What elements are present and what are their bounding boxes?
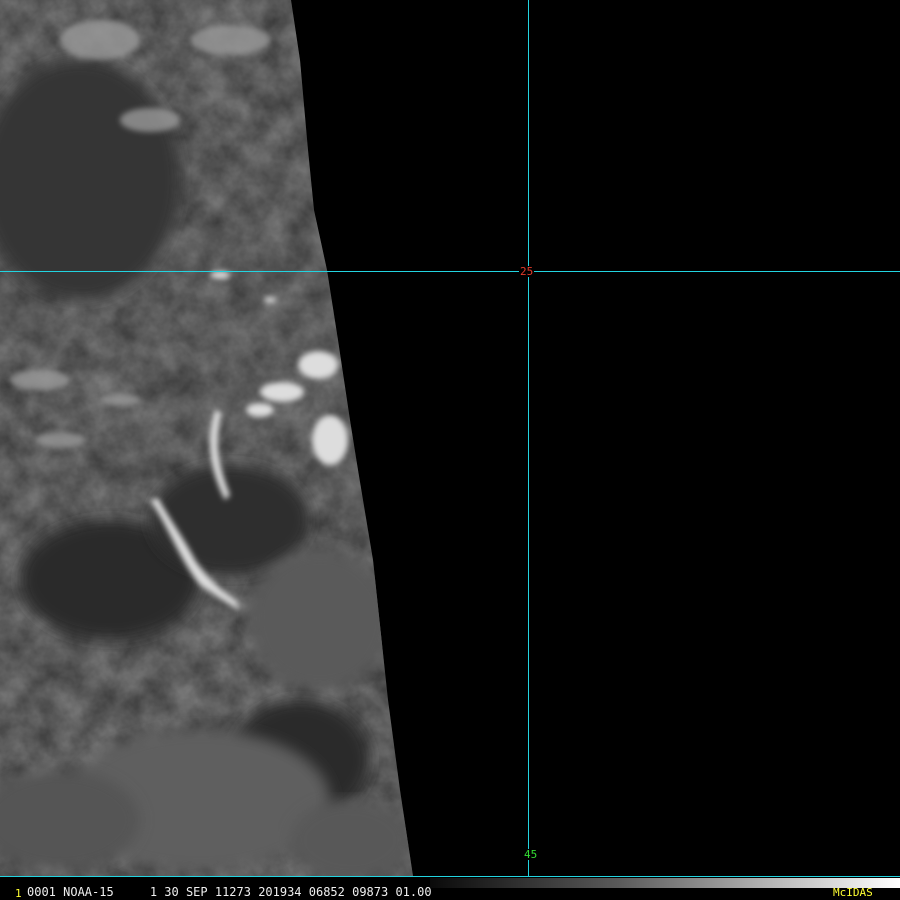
satellite-swath	[0, 0, 413, 876]
longitude-grid-line	[528, 0, 529, 876]
latitude-grid-line	[0, 271, 900, 272]
status-bar: 1 0001 NOAA-15 1 30 SEP 11273 201934 068…	[0, 876, 900, 900]
latitude-label: 25	[519, 265, 535, 278]
satellite-imagery	[0, 0, 413, 876]
grayscale-color-bar	[430, 878, 900, 888]
longitude-label: 45	[523, 848, 539, 861]
frame-number: 1	[15, 887, 22, 900]
satellite-image-viewport[interactable]: 25 45	[0, 0, 900, 876]
image-info-text: 0001 NOAA-15 1 30 SEP 11273 201934 06852…	[27, 885, 432, 899]
status-bar-divider	[0, 876, 900, 877]
mcidas-brand-label: McIDAS	[833, 886, 873, 899]
